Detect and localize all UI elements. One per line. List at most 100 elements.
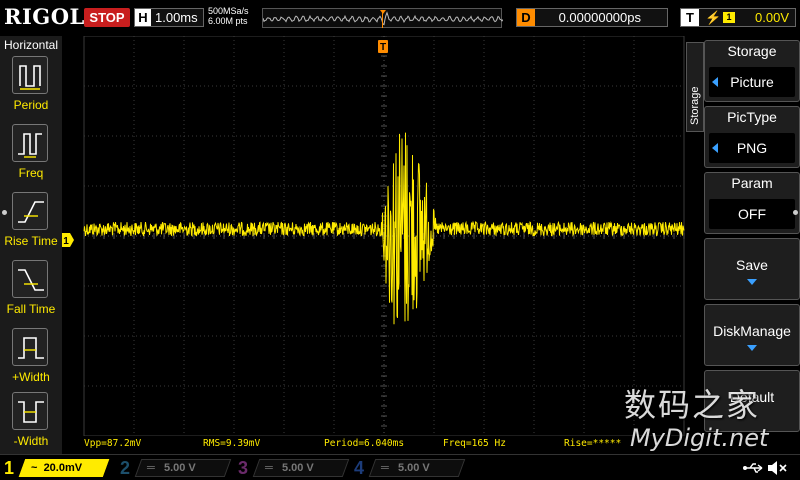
- delay-label: D: [517, 9, 535, 26]
- channel-4-scale: 5.00 V: [397, 462, 430, 474]
- param-button[interactable]: Param OFF: [704, 172, 800, 234]
- fall-time-icon: [12, 260, 48, 298]
- graticule: [83, 36, 685, 436]
- channel-2-status[interactable]: 2 ═ 5.00 V: [120, 457, 232, 479]
- trigger-channel: 1: [723, 12, 735, 23]
- speaker-muted-icon[interactable]: [766, 459, 788, 477]
- channel-3-scale-box: ═ 5.00 V: [252, 459, 350, 477]
- disk-manage-title: DiskManage: [713, 323, 791, 339]
- storage-title: Storage: [727, 43, 777, 59]
- param-value: OFF: [738, 206, 766, 222]
- pictype-title: PicType: [727, 109, 777, 125]
- channel-1-coupling: ~: [31, 462, 38, 474]
- measure-rise: Rise=*****: [564, 438, 622, 449]
- right-menu-page-dot: [793, 210, 798, 215]
- memory-overview-bar: [262, 8, 503, 28]
- measure-period-button[interactable]: Period: [0, 56, 62, 120]
- fall-time-label: Fall Time: [6, 302, 56, 316]
- timebase-value: 1.00ms: [155, 10, 198, 25]
- neg-width-icon: [12, 392, 48, 430]
- channel-3-status[interactable]: 3 ═ 5.00 V: [238, 457, 350, 479]
- neg-width-label: -Width: [13, 434, 49, 448]
- arrow-left-icon: [712, 143, 718, 153]
- channel-4-number: 4: [354, 458, 365, 478]
- freq-label: Freq: [18, 166, 44, 180]
- measure-freq-button[interactable]: Freq: [0, 124, 62, 188]
- channel-3-number: 3: [238, 458, 249, 478]
- channel-2-coupling: ═: [147, 462, 155, 474]
- measure-vpp: Vpp=87.2mV: [84, 438, 142, 449]
- pictype-value-box: PNG: [709, 133, 795, 163]
- save-title: Save: [736, 257, 768, 273]
- horizontal-label: H: [135, 9, 151, 26]
- waveform-grid: T 1 T: [62, 36, 698, 436]
- freq-icon: [12, 124, 48, 162]
- horizontal-timebase[interactable]: H 1.00ms: [134, 8, 204, 27]
- channel-4-coupling: ═: [381, 462, 389, 474]
- channel-2-scale: 5.00 V: [163, 462, 196, 474]
- delay-value: 0.00000000ps: [558, 10, 641, 25]
- measure-neg-width-button[interactable]: -Width: [0, 392, 62, 456]
- storage-menu-tab-label: Storage: [689, 86, 701, 125]
- watermark-en: MyDigit.net: [630, 424, 769, 452]
- measure-fall-time-button[interactable]: Fall Time: [0, 260, 62, 324]
- channel-status-bar: 1 ~ 20.0mV 2 ═ 5.00 V 3 ═ 5.00 V 4 ═ 5.0…: [0, 454, 800, 480]
- measure-pos-width-button[interactable]: +Width: [0, 328, 62, 392]
- run-stop-status[interactable]: STOP: [84, 8, 130, 27]
- disk-manage-button[interactable]: DiskManage: [704, 304, 800, 366]
- pictype-value: PNG: [736, 140, 768, 156]
- param-title: Param: [731, 175, 773, 191]
- acquisition-info: 500MSa/s 6.00M pts: [208, 6, 249, 26]
- period-icon: [12, 56, 48, 94]
- trigger-display[interactable]: T ⚡ 1 0.00V: [680, 8, 796, 27]
- left-menu-page-dot: [2, 210, 7, 215]
- waveform-display[interactable]: T 1 T: [62, 36, 698, 436]
- period-label: Period: [13, 98, 49, 112]
- rising-edge-icon: ⚡: [705, 10, 722, 25]
- measure-rms: RMS=9.39mV: [203, 438, 261, 449]
- channel-3-coupling: ═: [265, 462, 273, 474]
- measure-rise-time-button[interactable]: Rise Time: [0, 192, 62, 256]
- pos-width-label: +Width: [12, 370, 50, 384]
- channel-4-status[interactable]: 4 ═ 5.00 V: [354, 457, 466, 479]
- arrow-down-icon: [747, 279, 757, 285]
- channel-4-scale-box: ═ 5.00 V: [368, 459, 466, 477]
- measure-freq: Freq=165 Hz: [443, 438, 506, 449]
- usb-icon: [743, 463, 763, 473]
- channel-3-scale: 5.00 V: [281, 462, 314, 474]
- channel-2-scale-box: ═ 5.00 V: [134, 459, 232, 477]
- left-menu-title: Horizontal: [3, 38, 59, 52]
- storage-menu-tab[interactable]: Storage: [686, 42, 704, 132]
- rise-time-label: Rise Time: [4, 234, 58, 248]
- trigger-position-label: T: [380, 42, 386, 53]
- trigger-level: 0.00V: [755, 10, 789, 25]
- rigol-logo: RIGOL: [4, 4, 85, 29]
- storage-value-box: Picture: [709, 67, 795, 97]
- top-status-bar: RIGOL STOP H 1.00ms 500MSa/s 6.00M pts D…: [0, 0, 800, 36]
- channel-1-scale-box: ~ 20.0mV: [18, 459, 110, 477]
- horizontal-measure-menu: Horizontal Period Freq Rise Time Fall Ti…: [0, 36, 62, 454]
- channel-1-ground-marker: 1: [62, 233, 74, 247]
- save-button[interactable]: Save: [704, 238, 800, 300]
- delay-display[interactable]: D 0.00000000ps: [516, 8, 668, 27]
- channel-1-scale: 20.0mV: [43, 462, 83, 474]
- rise-time-icon: [12, 192, 48, 230]
- channel-1-number: 1: [4, 458, 15, 478]
- arrow-left-icon: [712, 77, 718, 87]
- memory-overview-waveform: [263, 10, 503, 28]
- trigger-position-marker: T: [378, 40, 388, 53]
- pos-width-icon: [12, 328, 48, 366]
- pictype-button[interactable]: PicType PNG: [704, 106, 800, 168]
- channel-1-marker-label: 1: [63, 236, 69, 247]
- channel-1-status[interactable]: 1 ~ 20.0mV: [4, 457, 110, 479]
- storage-type-button[interactable]: Storage Picture: [704, 40, 800, 102]
- measurement-results: Vpp=87.2mV RMS=9.39mV Period=6.040ms Fre…: [62, 436, 698, 454]
- arrow-down-icon: [747, 345, 757, 351]
- storage-value: Picture: [730, 74, 774, 90]
- memory-depth: 6.00M pts: [208, 16, 248, 26]
- channel-2-number: 2: [120, 458, 131, 478]
- trigger-label: T: [681, 9, 699, 26]
- watermark-cn: 数码之家: [624, 386, 761, 424]
- sample-rate: 500MSa/s: [208, 6, 249, 16]
- measure-period: Period=6.040ms: [324, 438, 405, 449]
